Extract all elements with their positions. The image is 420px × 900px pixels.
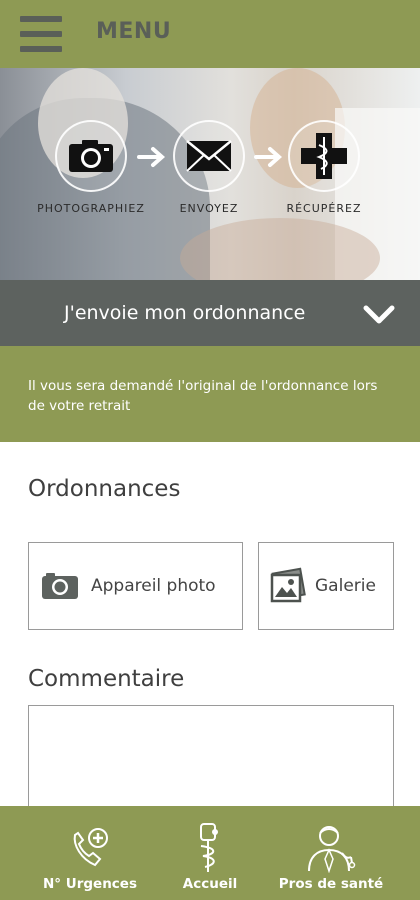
step-collect — [288, 120, 360, 192]
camera-icon — [69, 140, 113, 172]
arrow-right-icon — [254, 147, 283, 167]
nav-home-label: Accueil — [182, 876, 238, 892]
step-photograph — [55, 120, 127, 192]
notice-banner: Il vous sera demandé l'original de l'ord… — [0, 346, 420, 442]
step-label-send: ENVOYEZ — [179, 202, 239, 215]
camera-icon — [42, 573, 78, 599]
nav-home[interactable]: Accueil — [162, 806, 258, 900]
emergency-phone-icon — [73, 828, 108, 867]
menu-title[interactable]: MENU — [96, 19, 171, 44]
gallery-icon — [270, 567, 306, 603]
send-prescription-accordion[interactable]: J'envoie mon ordonnance — [0, 280, 420, 346]
hero-banner: PHOTOGRAPHIEZ ENVOYEZ RÉCUPÉREZ — [0, 68, 420, 280]
step-send — [173, 120, 245, 192]
doctor-icon — [308, 826, 356, 873]
nav-emergency-label: N° Urgences — [43, 876, 137, 892]
step-label-photograph: PHOTOGRAPHIEZ — [37, 202, 145, 215]
pharmacy-cross-icon — [301, 133, 347, 179]
home-caduceus-icon — [200, 823, 218, 872]
bottom-navigation: N° Urgences Accueil Pros de santé — [0, 806, 420, 900]
nav-health-pros-label: Pros de santé — [278, 876, 384, 892]
app-header: MENU — [0, 0, 420, 68]
prescriptions-title: Ordonnances — [28, 476, 181, 502]
step-label-collect: RÉCUPÉREZ — [286, 202, 362, 215]
accordion-title: J'envoie mon ordonnance — [64, 302, 306, 324]
nav-emergency-numbers[interactable]: N° Urgences — [30, 806, 150, 900]
nav-health-professionals[interactable]: Pros de santé — [270, 806, 392, 900]
arrow-right-icon — [137, 147, 166, 167]
camera-button-label: Appareil photo — [91, 576, 216, 596]
comment-title: Commentaire — [28, 666, 185, 692]
envelope-icon — [186, 140, 232, 172]
hamburger-menu-icon[interactable] — [20, 16, 62, 52]
gallery-button[interactable]: Galerie — [258, 542, 394, 630]
notice-text: Il vous sera demandé l'original de l'ord… — [28, 378, 378, 414]
gallery-button-label: Galerie — [315, 576, 376, 596]
chevron-down-icon[interactable] — [362, 304, 396, 326]
camera-button[interactable]: Appareil photo — [28, 542, 243, 630]
